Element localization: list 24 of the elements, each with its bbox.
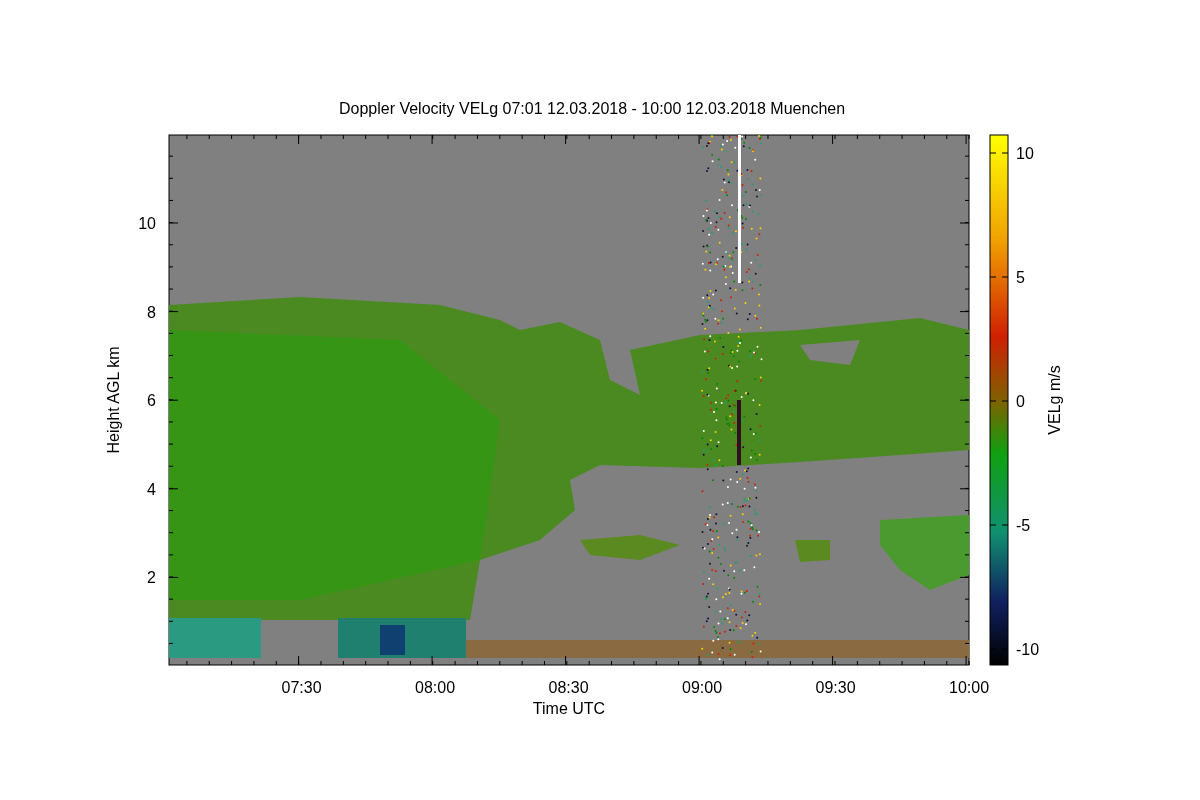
x-tick-label: 09:00 [682,679,723,696]
y-tick-label: 2 [147,569,156,587]
y-tick-label: 8 [147,303,156,321]
colorbar-label: VELg m/s [1046,365,1063,435]
x-tick-label: 09:30 [815,679,856,696]
y-tick-label: 10 [138,215,156,232]
x-tick-label: 07:30 [281,679,322,696]
plot-title: Doppler Velocity VELg 07:01 12.03.2018 - 10:00 12.03.2018 Muenchen [338,100,846,117]
signal-streak [737,400,741,465]
y-tick-label: 4 [147,480,156,498]
clear-gap [800,340,860,365]
colorbar-tick-label: 10 [1016,145,1034,162]
y-tick-label: 6 [147,392,156,410]
x-axis-label: Time UTC [532,700,606,717]
colorbar-tick-label: 5 [1016,269,1025,286]
y-axis-label: Height AGL km [105,346,122,454]
x-tick-label: 08:00 [415,679,456,696]
colorbar-tick-label: 0 [1016,393,1025,410]
downdraft-patch [380,625,405,655]
colorbar-tick-label: -10 [1016,641,1040,658]
x-tick-label: 08:30 [548,679,589,696]
colorbar-tick-label: -5 [1016,517,1031,534]
cloud-patch [795,540,830,562]
x-tick-label: 10:00 [949,679,990,696]
